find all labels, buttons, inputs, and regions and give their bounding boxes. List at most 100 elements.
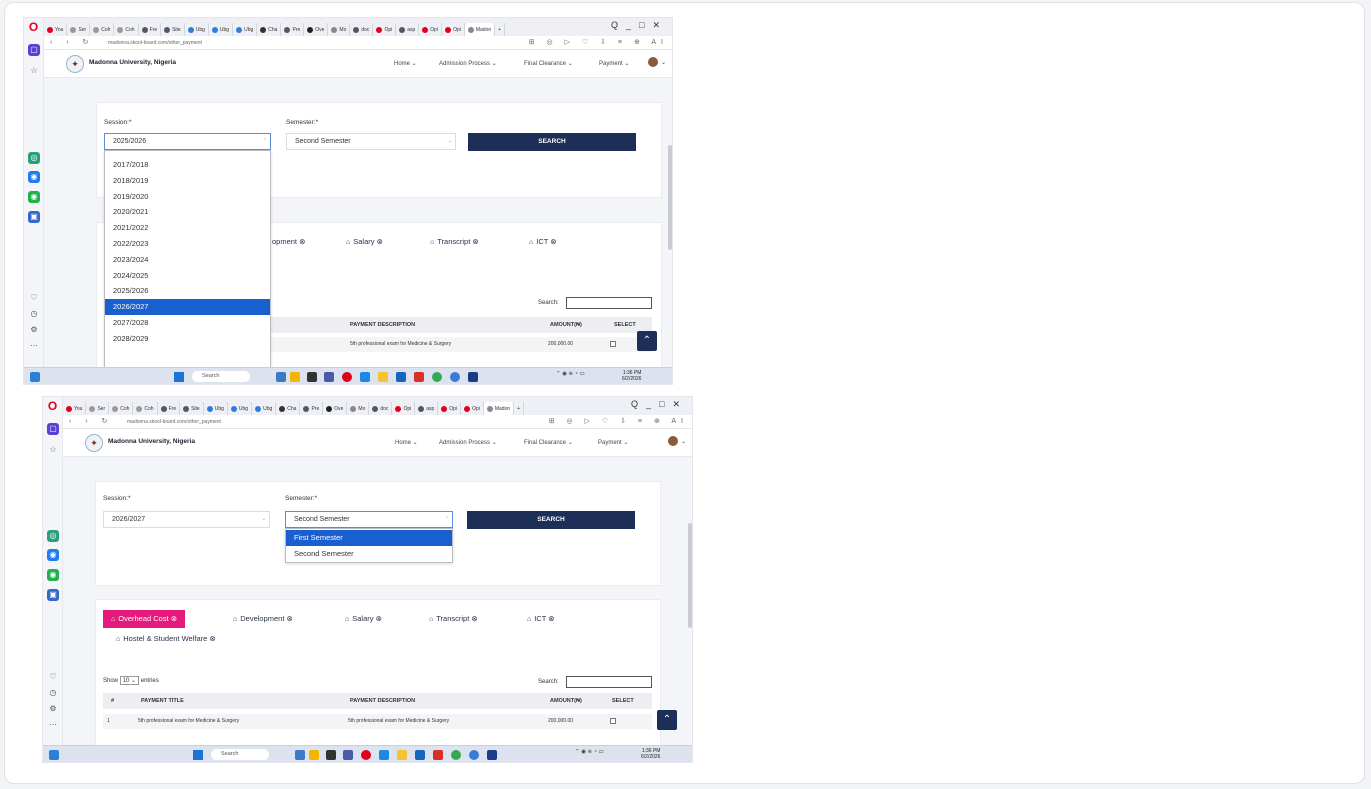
category-transcript[interactable]: ⌂ Transcript ⊗ (430, 237, 479, 246)
system-tray[interactable]: ⌃ ◉ ≋ ◔ ▭ (556, 371, 585, 377)
workspace-icon[interactable]: ▢ (28, 44, 40, 56)
app-icon[interactable]: ▣ (47, 589, 59, 601)
browser-tab[interactable]: Mo (328, 23, 351, 36)
browser-tab[interactable]: You (44, 23, 68, 36)
opera-taskbar-icon[interactable] (342, 372, 352, 382)
star-icon[interactable]: ☆ (28, 65, 40, 77)
category-ict[interactable]: ⌂ ICT ⊗ (529, 237, 557, 246)
whatsapp-icon[interactable]: ◉ (28, 191, 40, 203)
browser-tab[interactable]: asp (396, 23, 420, 36)
chatgpt-icon[interactable]: ◎ (47, 530, 59, 542)
category-ict[interactable]: ⌂ ICT ⊗ (527, 614, 555, 623)
taskbar-clock[interactable]: 1:36 PM 6/2/2026 (622, 370, 641, 382)
page-scrollbar[interactable] (688, 523, 692, 628)
browser-tab[interactable]: Coh (109, 402, 134, 415)
app-icon[interactable] (415, 750, 425, 760)
university-name[interactable]: Madonna University, Nigeria (89, 59, 176, 66)
settings-icon[interactable] (469, 750, 479, 760)
browser-tab[interactable]: Ser (86, 402, 110, 415)
address-bar[interactable]: ‹ › ↻ madonna.skool-board.com/other_paym… (63, 415, 692, 429)
url-text[interactable]: madonna.skool-board.com/other_payment (127, 415, 221, 429)
semester-option[interactable]: Second Semester (286, 546, 452, 562)
browser-tab[interactable]: Pre (300, 402, 324, 415)
chevron-down-icon[interactable]: ⌄ (661, 59, 666, 66)
category-salary[interactable]: ⌂ Salary ⊗ (346, 237, 383, 246)
browser-tab[interactable]: Opi (419, 23, 443, 36)
category-development[interactable]: ⌂ Development ⊗ (233, 614, 293, 623)
semester-select[interactable]: Second Semester ⌃ (285, 511, 453, 528)
weather-icon[interactable] (276, 372, 286, 382)
browser-tab[interactable]: Ser (67, 23, 91, 36)
header-amount[interactable]: AMOUNT(₦) (550, 693, 582, 709)
browser-tab[interactable]: Coh (90, 23, 115, 36)
session-option[interactable]: 2021/2022 (105, 220, 270, 236)
page-scrollbar[interactable] (668, 145, 672, 250)
system-tray[interactable]: ⌃ ◉ ≋ ◔ ▭ (575, 749, 604, 755)
folder-icon[interactable] (397, 750, 407, 760)
browser-tab[interactable]: Cha (276, 402, 301, 415)
history-icon[interactable]: ◷ (28, 308, 40, 320)
star-icon[interactable]: ☆ (47, 444, 59, 456)
explorer-icon[interactable] (309, 750, 319, 760)
menu-home[interactable]: Home ⌄ (394, 60, 417, 67)
category-hostel-welfare[interactable]: ⌂ Hostel & Student Welfare ⊗ (116, 634, 216, 643)
heart-icon[interactable]: ♡ (47, 671, 59, 683)
browser-tab[interactable]: Pre (281, 23, 305, 36)
history-icon[interactable]: ◷ (47, 687, 59, 699)
search-button[interactable]: SEARCH (468, 133, 636, 151)
messenger-icon[interactable]: ◉ (28, 171, 40, 183)
session-select[interactable]: 2026/2027 ⌄ (103, 511, 270, 528)
folder-icon[interactable] (378, 372, 388, 382)
table-row[interactable]: 1 5th professional exam for Medicine & S… (103, 714, 652, 729)
semester-select[interactable]: Second Semester ⌄ (286, 133, 456, 150)
table-row[interactable]: 5th professional exam for Medicine & Sur… (268, 337, 652, 352)
menu-payment[interactable]: Payment ⌄ (598, 439, 628, 446)
category-overhead-cost[interactable]: ⌂ Overhead Cost ⊗ (103, 610, 186, 628)
nav-buttons[interactable]: ‹ › ↻ (69, 415, 113, 429)
widgets-icon[interactable] (30, 372, 40, 382)
windows-start-icon[interactable] (174, 372, 184, 382)
browser-tab[interactable]: Ubg (252, 402, 277, 415)
chrome-icon[interactable] (432, 372, 442, 382)
session-option[interactable]: 2019/2020 (105, 189, 270, 205)
widgets-icon[interactable] (49, 750, 59, 760)
header-description[interactable]: PAYMENT DESCRIPTION (350, 693, 415, 709)
chatgpt-icon[interactable]: ◎ (28, 152, 40, 164)
browser-tab[interactable]: doc (350, 23, 374, 36)
browser-tab[interactable]: Coh (114, 23, 139, 36)
header-amount[interactable]: AMOUNT(₦) (550, 317, 582, 333)
scroll-to-top-button[interactable]: ⌃ (657, 710, 677, 730)
new-tab-button[interactable]: + (495, 23, 506, 36)
scroll-to-top-button[interactable]: ⌃ (637, 331, 657, 351)
browser-tab[interactable]: Site (180, 402, 204, 415)
search-button[interactable]: SEARCH (467, 511, 635, 529)
window-controls[interactable]: Q_□✕ (611, 20, 668, 31)
chevron-down-icon[interactable]: ⌄ (681, 438, 686, 445)
app-icon[interactable] (468, 372, 478, 382)
browser-tab[interactable]: Opi (438, 402, 462, 415)
browser-tab[interactable]: Opi (442, 23, 465, 36)
browser-tab[interactable]: Fre (158, 402, 181, 415)
browser-tab[interactable]: Ove (304, 23, 329, 36)
browser-tab-active[interactable]: Madon (464, 23, 496, 36)
menu-admission[interactable]: Admission Process ⌄ (439, 439, 497, 446)
session-select[interactable]: 2025/2026 ⌃ (104, 133, 271, 150)
toolbar-icons[interactable]: ⊞ ◎ ▷ ♡ ⇩ ≡ ⊕ AI (529, 36, 668, 50)
category-salary[interactable]: ⌂ Salary ⊗ (345, 614, 382, 623)
taskbar-clock[interactable]: 1:36 PM 6/2/2026 (641, 748, 660, 760)
row-select-checkbox[interactable] (610, 718, 616, 724)
semester-option-highlighted[interactable]: First Semester (286, 530, 452, 546)
browser-tab[interactable]: Opi (392, 402, 416, 415)
chat-icon[interactable] (343, 750, 353, 760)
taskbar-search[interactable]: Search (192, 371, 250, 382)
taskbar-search[interactable]: Search (211, 749, 269, 760)
browser-tab[interactable]: Coh (133, 402, 158, 415)
nav-buttons[interactable]: ‹ › ↻ (50, 36, 94, 50)
browser-tab[interactable]: asp (415, 402, 439, 415)
menu-payment[interactable]: Payment ⌄ (599, 60, 629, 67)
messenger-icon[interactable]: ◉ (47, 549, 59, 561)
browser-tab-active[interactable]: Madon (483, 402, 515, 415)
header-title[interactable]: PAYMENT TITLE (141, 693, 184, 709)
app-icon[interactable] (396, 372, 406, 382)
app-icon[interactable]: ▣ (28, 211, 40, 223)
